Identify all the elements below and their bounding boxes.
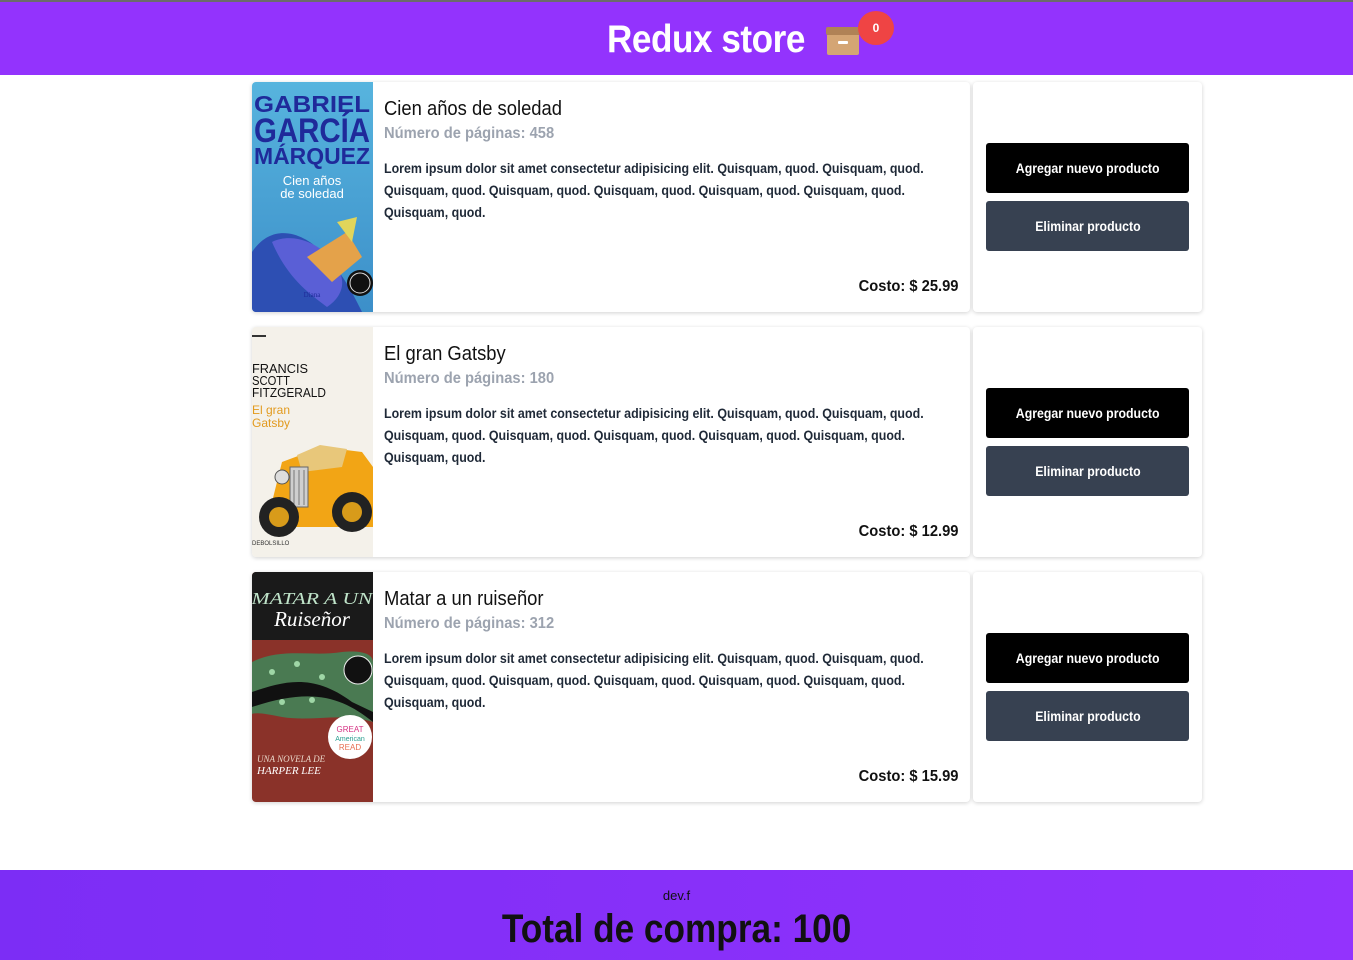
svg-text:de soledad: de soledad xyxy=(280,186,344,201)
add-product-button[interactable]: Agregar nuevo producto xyxy=(986,633,1189,683)
purchase-total: Total de compra: 100 xyxy=(501,907,852,951)
book-cover-image: FRANCIS SCOTT FITZGERALD El gran Gatsby … xyxy=(252,327,373,557)
svg-text:READ: READ xyxy=(339,743,361,752)
product-actions: Agregar nuevo producto Eliminar producto xyxy=(973,82,1202,312)
svg-text:Ruiseñor: Ruiseñor xyxy=(273,607,351,631)
product-card: GABRIEL GARCÍA MÁRQUEZ Cien años de sole… xyxy=(252,82,970,312)
add-product-button[interactable]: Agregar nuevo producto xyxy=(986,143,1189,193)
remove-product-button[interactable]: Eliminar producto xyxy=(986,691,1189,741)
app-footer: dev.f Total de compra: 100 xyxy=(0,870,1353,960)
book-title: Matar a un ruiseñor xyxy=(384,588,544,610)
svg-text:American: American xyxy=(335,736,365,743)
page-count: Número de páginas: 458 xyxy=(384,125,555,142)
svg-text:Gatsby: Gatsby xyxy=(252,416,290,430)
svg-text:Diana: Diana xyxy=(304,291,322,299)
app-header: Redux store 0 xyxy=(0,2,1353,75)
book-cover-image: MATAR A UN Ruiseñor GREAT American READ … xyxy=(252,572,373,802)
add-product-button[interactable]: Agregar nuevo producto xyxy=(986,388,1189,438)
svg-text:DEBOLSILLO: DEBOLSILLO xyxy=(252,541,290,547)
book-description: Lorem ipsum dolor sit amet consectetur a… xyxy=(384,651,924,710)
svg-text:UNA NOVELA DE: UNA NOVELA DE xyxy=(257,754,326,764)
product-row: FRANCIS SCOTT FITZGERALD El gran Gatsby … xyxy=(252,327,1202,557)
book-description: Lorem ipsum dolor sit amet consectetur a… xyxy=(384,406,924,465)
svg-text:MATAR A UN: MATAR A UN xyxy=(252,589,373,608)
book-cost: Costo: $ 25.99 xyxy=(858,278,958,295)
svg-text:MÁRQUEZ: MÁRQUEZ xyxy=(254,142,370,169)
footer-brand: dev.f xyxy=(662,888,691,903)
cart-count-badge: 0 xyxy=(858,11,894,45)
product-actions: Agregar nuevo producto Eliminar producto xyxy=(973,327,1202,557)
cart-box-icon[interactable] xyxy=(826,27,860,55)
product-card: MATAR A UN Ruiseñor GREAT American READ … xyxy=(252,572,970,802)
svg-text:HARPER LEE: HARPER LEE xyxy=(256,765,321,777)
product-card: FRANCIS SCOTT FITZGERALD El gran Gatsby … xyxy=(252,327,970,557)
book-title: El gran Gatsby xyxy=(384,343,506,365)
product-actions: Agregar nuevo producto Eliminar producto xyxy=(973,572,1202,802)
svg-text:FITZGERALD: FITZGERALD xyxy=(252,385,326,400)
book-title: Cien años de soledad xyxy=(384,98,563,120)
svg-text:El gran: El gran xyxy=(252,403,290,417)
remove-product-button[interactable]: Eliminar producto xyxy=(986,201,1189,251)
store-title: Redux store xyxy=(607,18,805,61)
svg-text:GREAT: GREAT xyxy=(337,725,364,734)
book-cost: Costo: $ 15.99 xyxy=(858,768,958,785)
remove-product-button[interactable]: Eliminar producto xyxy=(986,446,1189,496)
product-row: MATAR A UN Ruiseñor GREAT American READ … xyxy=(252,572,1202,802)
product-row: GABRIEL GARCÍA MÁRQUEZ Cien años de sole… xyxy=(252,82,1202,312)
page-count: Número de páginas: 312 xyxy=(384,615,555,632)
book-cover-image: GABRIEL GARCÍA MÁRQUEZ Cien años de sole… xyxy=(252,82,373,312)
book-description: Lorem ipsum dolor sit amet consectetur a… xyxy=(384,161,924,220)
page-count: Número de páginas: 180 xyxy=(384,370,555,387)
book-cost: Costo: $ 12.99 xyxy=(858,523,958,540)
